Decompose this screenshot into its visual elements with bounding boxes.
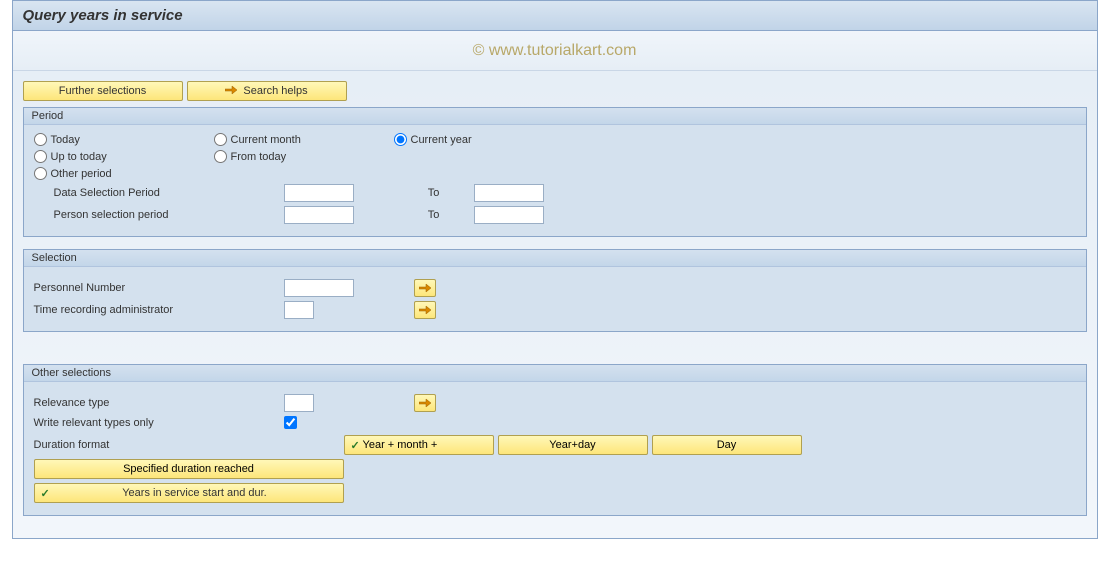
year-day-button[interactable]: Year+day xyxy=(498,435,648,455)
radio-from-today-label: From today xyxy=(231,151,287,163)
period-group-title: Period xyxy=(24,108,1086,125)
write-relevant-only-label: Write relevant types only xyxy=(34,417,284,429)
radio-from-today[interactable]: From today xyxy=(214,150,384,163)
main-window: Query years in service © www.tutorialkar… xyxy=(12,0,1098,539)
radio-current-year[interactable]: Current year xyxy=(394,133,564,146)
radio-current-year-input[interactable] xyxy=(394,133,407,146)
person-selection-period-from-input[interactable] xyxy=(284,206,354,224)
radio-other-period[interactable]: Other period xyxy=(34,167,204,180)
year-month-label: Year + month + xyxy=(363,439,438,451)
radio-current-month-label: Current month xyxy=(231,134,301,146)
top-toolbar: Further selections Search helps xyxy=(23,81,1087,101)
radio-today-label: Today xyxy=(51,134,80,146)
years-in-service-button[interactable]: Years in service start and dur. xyxy=(34,483,344,503)
radio-other-period-label: Other period xyxy=(51,168,112,180)
further-selections-button[interactable]: Further selections xyxy=(23,81,183,101)
data-selection-period-from-input[interactable] xyxy=(284,184,354,202)
year-day-label: Year+day xyxy=(549,439,595,451)
arrow-right-icon xyxy=(225,85,237,98)
selection-group-title: Selection xyxy=(24,250,1086,267)
person-selection-to-label: To xyxy=(394,209,474,221)
relevance-type-input[interactable] xyxy=(284,394,314,412)
time-recording-admin-input[interactable] xyxy=(284,301,314,319)
relevance-type-multi-button[interactable] xyxy=(414,394,436,412)
other-selections-title: Other selections xyxy=(24,365,1086,382)
further-selections-label: Further selections xyxy=(59,85,146,97)
radio-today-input[interactable] xyxy=(34,133,47,146)
year-month-button[interactable]: Year + month + xyxy=(344,435,494,455)
content-area: Further selections Search helps Period T… xyxy=(13,71,1097,538)
radio-current-month[interactable]: Current month xyxy=(214,133,384,146)
personnel-number-label: Personnel Number xyxy=(34,282,284,294)
time-recording-admin-label: Time recording administrator xyxy=(34,304,284,316)
radio-up-to-today-label: Up to today xyxy=(51,151,107,163)
radio-today[interactable]: Today xyxy=(34,133,204,146)
data-selection-period-to-input[interactable] xyxy=(474,184,544,202)
radio-up-to-today-input[interactable] xyxy=(34,150,47,163)
radio-up-to-today[interactable]: Up to today xyxy=(34,150,204,163)
person-selection-period-to-input[interactable] xyxy=(474,206,544,224)
years-in-service-label: Years in service start and dur. xyxy=(59,487,331,499)
radio-current-year-label: Current year xyxy=(411,134,472,146)
specified-duration-label: Specified duration reached xyxy=(123,463,254,475)
specified-duration-button[interactable]: Specified duration reached xyxy=(34,459,344,479)
relevance-type-label: Relevance type xyxy=(34,397,284,409)
selection-group: Selection Personnel Number Time recordin… xyxy=(23,249,1087,332)
radio-other-period-input[interactable] xyxy=(34,167,47,180)
day-label: Day xyxy=(717,439,737,451)
search-helps-label: Search helps xyxy=(243,85,307,97)
personnel-number-multi-button[interactable] xyxy=(414,279,436,297)
personnel-number-input[interactable] xyxy=(284,279,354,297)
duration-format-label: Duration format xyxy=(34,439,344,451)
data-selection-to-label: To xyxy=(394,187,474,199)
radio-from-today-input[interactable] xyxy=(214,150,227,163)
page-title: Query years in service xyxy=(13,1,1097,31)
arrow-right-icon xyxy=(419,396,431,411)
radio-current-month-input[interactable] xyxy=(214,133,227,146)
day-button[interactable]: Day xyxy=(652,435,802,455)
write-relevant-only-checkbox[interactable] xyxy=(284,416,297,429)
time-recording-admin-multi-button[interactable] xyxy=(414,301,436,319)
data-selection-period-label: Data Selection Period xyxy=(54,187,284,199)
watermark: © www.tutorialkart.com xyxy=(13,31,1097,71)
other-selections-group: Other selections Relevance type Write re… xyxy=(23,364,1087,516)
arrow-right-icon xyxy=(419,281,431,296)
arrow-right-icon xyxy=(419,303,431,318)
search-helps-button[interactable]: Search helps xyxy=(187,81,347,101)
period-group: Period Today Current month Current year xyxy=(23,107,1087,237)
person-selection-period-label: Person selection period xyxy=(54,209,284,221)
